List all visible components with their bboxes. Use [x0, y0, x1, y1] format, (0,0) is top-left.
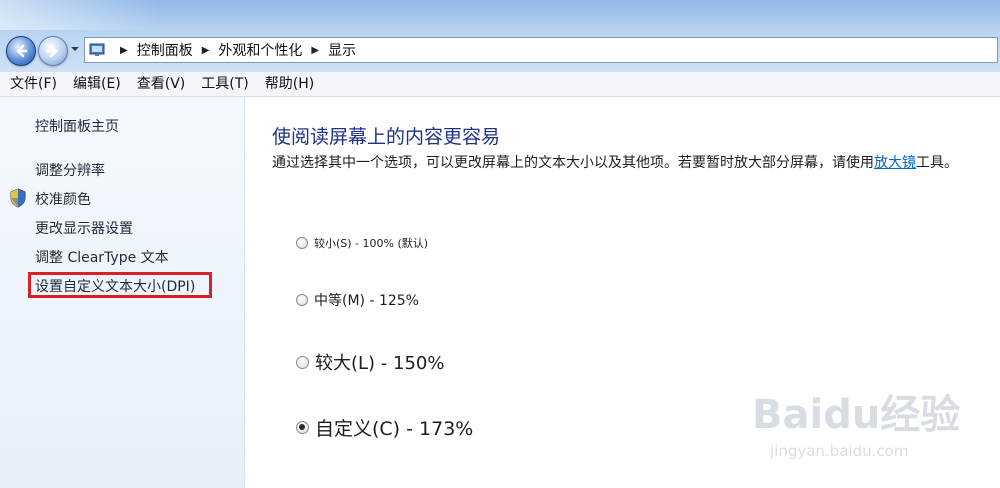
sidebar-control-panel-home[interactable]: 控制面板主页: [35, 116, 119, 136]
uac-shield-icon: [10, 188, 26, 208]
menu-bar: 文件(F) 编辑(E) 查看(V) 工具(T) 帮助(H): [0, 72, 1000, 97]
sidebar-item-change-display-settings[interactable]: 更改显示器设置: [35, 218, 133, 238]
radio-button[interactable]: [296, 237, 308, 249]
arrow-left-icon: [16, 44, 28, 58]
magnifier-link[interactable]: 放大镜: [874, 155, 916, 171]
menu-view[interactable]: 查看(V): [129, 72, 194, 96]
breadcrumb-display[interactable]: 显示: [328, 40, 356, 60]
radio-button[interactable]: [296, 355, 309, 369]
option-larger[interactable]: 较大(L) - 150%: [296, 349, 444, 375]
option-label: 较大(L) - 150%: [315, 353, 445, 374]
page-description: 通过选择其中一个选项，可以更改屏幕上的文本大小以及其他项。若要暂时放大部分屏幕，…: [272, 153, 972, 173]
description-tail: 工具。: [916, 155, 958, 171]
description-text: 通过选择其中一个选项，可以更改屏幕上的文本大小以及其他项。若要暂时放大部分屏幕，…: [272, 155, 874, 171]
menu-edit[interactable]: 编辑(E): [65, 72, 129, 96]
arrow-right-icon: [46, 44, 58, 58]
breadcrumb-control-panel[interactable]: 控制面板: [137, 40, 193, 60]
option-label: 自定义(C) - 173%: [315, 418, 474, 440]
page-title: 使阅读屏幕上的内容更容易: [272, 126, 501, 148]
option-custom[interactable]: 自定义(C) - 173%: [296, 414, 473, 441]
breadcrumb-arrow-icon[interactable]: ▶: [311, 45, 319, 56]
breadcrumb-appearance[interactable]: 外观和个性化: [218, 40, 302, 60]
sidebar-item-calibrate-color[interactable]: 校准颜色: [35, 189, 91, 209]
option-label: 中等(M) - 125%: [314, 293, 419, 309]
back-button[interactable]: [6, 36, 36, 66]
breadcrumb-arrow-icon[interactable]: ▶: [202, 45, 210, 56]
menu-file[interactable]: 文件(F): [0, 72, 65, 96]
watermark-logo: Baidu经验: [752, 392, 961, 438]
breadcrumb-arrow-icon[interactable]: ▶: [120, 45, 128, 56]
control-panel-icon: [89, 43, 105, 56]
window-chrome: ▶ 控制面板 ▶ 外观和个性化 ▶ 显示: [0, 0, 1000, 72]
forward-button[interactable]: [38, 36, 68, 66]
option-smaller[interactable]: 较小(S) - 100% (默认): [296, 235, 428, 251]
menu-help[interactable]: 帮助(H): [257, 72, 322, 96]
radio-button-selected[interactable]: [296, 421, 309, 434]
baidu-watermark: Baidu经验 jingyan.baidu.com: [742, 382, 992, 472]
option-label: 较小(S) - 100% (默认): [314, 237, 429, 250]
option-medium[interactable]: 中等(M) - 125%: [296, 290, 419, 310]
watermark-url: jingyan.baidu.com: [770, 442, 909, 460]
recent-pages-dropdown-icon[interactable]: [70, 44, 80, 54]
sidebar-item-adjust-cleartype[interactable]: 调整 ClearType 文本: [35, 247, 169, 267]
radio-button[interactable]: [296, 294, 308, 306]
menu-tools[interactable]: 工具(T): [193, 72, 256, 96]
sidebar-item-adjust-resolution[interactable]: 调整分辨率: [35, 160, 105, 180]
address-bar[interactable]: ▶ 控制面板 ▶ 外观和个性化 ▶ 显示: [84, 37, 998, 63]
highlight-box: [28, 272, 212, 298]
